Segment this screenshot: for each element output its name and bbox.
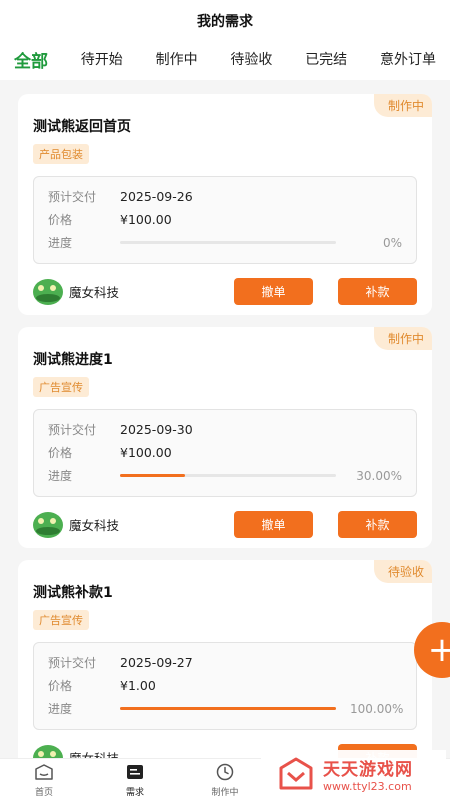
order-info-box: 预计交付 2025-09-27 价格 ¥1.00 进度 100.00% [33,642,417,730]
order-list[interactable]: 制作中 测试熊返回首页 产品包装 预计交付 2025-09-26 价格 ¥100… [18,94,432,760]
progress-row: 进度 30.00% [48,464,402,487]
progress-value: 0% [382,235,402,250]
progress-bar [120,241,336,244]
progress-label: 进度 [48,702,73,716]
progress-value: 30.00% [356,468,402,483]
tab-unexpected-orders[interactable]: 意外订单 [380,49,436,69]
tabbar-label: 制作中 [211,788,239,798]
category-tag: 产品包装 [33,144,89,164]
order-footer: 魔女科技 撤单 补款 [33,278,417,305]
clock-icon [216,763,234,781]
price-row: 价格 ¥1.00 [48,674,402,697]
filter-tabs: 全部 待开始 制作中 待验收 已完结 意外订单 [0,42,450,80]
order-info-box: 预计交付 2025-09-26 价格 ¥100.00 进度 0% [33,176,417,264]
progress-bar [120,707,336,710]
watermark-url: www.ttyl23.com [323,780,412,793]
tabbar-item-home[interactable]: 首页 [24,763,64,798]
price-row: 价格 ¥100.00 [48,441,402,464]
price-label: 价格 [48,679,73,693]
progress-row: 进度 100.00% [48,697,404,720]
order-card[interactable]: 制作中 测试熊进度1 广告宣传 预计交付 2025-09-30 价格 ¥100.… [18,327,432,548]
add-payment-button[interactable]: 补款 [338,278,417,305]
site-watermark: 天天游戏网 www.ttyl23.com [261,750,446,798]
page-header: 我的需求 [0,0,450,42]
price-label: 价格 [48,213,73,227]
company-name: 魔女科技 [69,285,120,300]
delivery-row: 预计交付 2025-09-27 [48,651,402,674]
delivery-row: 预计交付 2025-09-30 [48,418,402,441]
delivery-label: 预计交付 [48,423,97,437]
price-label: 价格 [48,446,73,460]
price-value: ¥100.00 [120,445,172,460]
delivery-label: 预计交付 [48,656,97,670]
tabbar-label: 首页 [34,788,53,798]
order-card[interactable]: 制作中 测试熊返回首页 产品包装 预计交付 2025-09-26 价格 ¥100… [18,94,432,315]
delivery-value: 2025-09-27 [120,655,193,670]
delivery-value: 2025-09-30 [120,422,193,437]
status-badge: 待验收 [373,560,432,583]
page-title: 我的需求 [197,14,253,30]
status-badge: 制作中 [373,94,432,117]
company-avatar [33,511,63,538]
progress-bar [120,474,336,477]
plus-icon: + [427,630,450,670]
tab-all[interactable]: 全部 [14,47,48,72]
list-icon [126,763,144,781]
price-value: ¥100.00 [120,212,172,227]
home-icon [35,763,53,781]
company-avatar [33,278,63,305]
category-tag: 广告宣传 [33,610,89,630]
progress-label: 进度 [48,236,73,250]
progress-value: 100.00% [350,701,404,716]
category-tag: 广告宣传 [33,377,89,397]
delivery-value: 2025-09-26 [120,189,193,204]
status-badge: 制作中 [373,327,432,350]
price-row: 价格 ¥100.00 [48,208,402,231]
delivery-label: 预计交付 [48,190,97,204]
order-title: 测试熊补款1 [33,585,113,601]
cancel-order-button[interactable]: 撤单 [234,511,313,538]
order-info-box: 预计交付 2025-09-30 价格 ¥100.00 进度 30.00% [33,409,417,497]
progress-label: 进度 [48,469,73,483]
tab-pending-acceptance[interactable]: 待验收 [230,49,272,69]
price-value: ¥1.00 [120,678,156,693]
watermark-name: 天天游戏网 [323,760,413,780]
order-card[interactable]: 待验收 测试熊补款1 广告宣传 预计交付 2025-09-27 价格 ¥1.00… [18,560,432,760]
progress-fill [120,707,336,710]
tab-in-production[interactable]: 制作中 [156,49,198,69]
cancel-order-button[interactable]: 撤单 [234,278,313,305]
order-title: 测试熊返回首页 [33,119,131,135]
tabbar-item-in-production[interactable]: 制作中 [205,763,245,798]
tabbar-item-requests[interactable]: 需求 [115,763,155,798]
tabbar-label: 需求 [125,788,144,798]
add-payment-button[interactable]: 补款 [338,511,417,538]
delivery-row: 预计交付 2025-09-26 [48,185,402,208]
order-title: 测试熊进度1 [33,352,113,368]
progress-fill [120,474,185,477]
tab-pending-start[interactable]: 待开始 [81,49,123,69]
order-footer: 魔女科技 撤单 补款 [33,511,417,538]
tab-completed[interactable]: 已完结 [305,49,347,69]
company-name: 魔女科技 [69,518,120,533]
watermark-logo-icon [279,757,313,790]
progress-row: 进度 0% [48,231,402,254]
